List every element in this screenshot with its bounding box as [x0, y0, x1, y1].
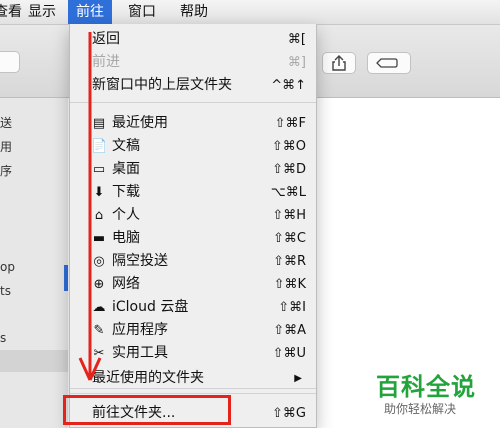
watermark-logo: 百科全说	[376, 373, 476, 401]
annotation-arrow-icon	[78, 32, 102, 381]
watermark-subtitle: 助你轻松解决	[384, 402, 457, 416]
annotation-highlight-box	[63, 395, 231, 425]
